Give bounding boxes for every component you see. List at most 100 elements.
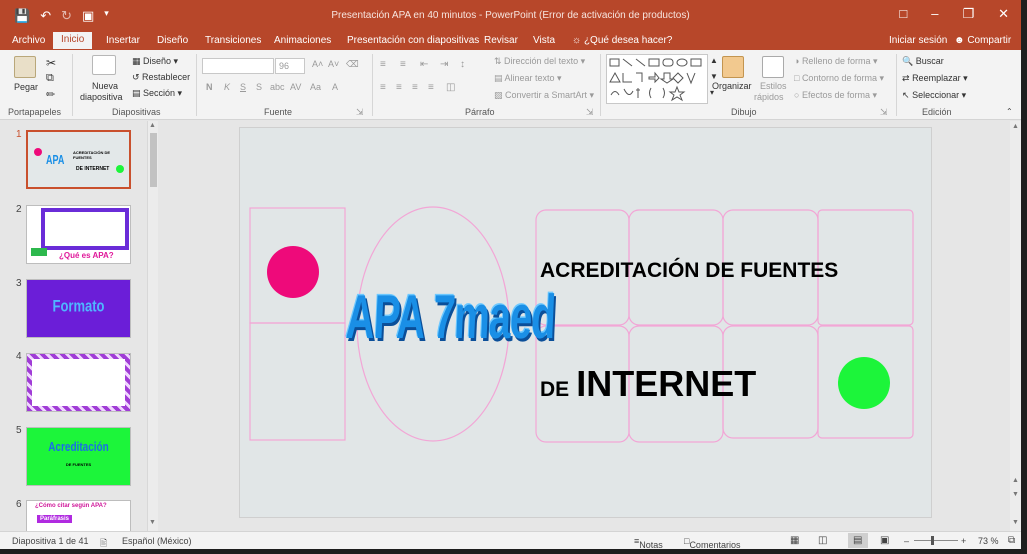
paragraph-dialog-launcher-icon[interactable]: ⇲ [586, 107, 594, 118]
zoom-level[interactable]: 73 % [978, 536, 999, 546]
new-slide-icon[interactable] [92, 55, 116, 75]
maximize-icon[interactable]: ❐ [962, 6, 974, 22]
decrease-indent-icon[interactable]: ⇤ [420, 59, 428, 70]
shape-fill-button[interactable]: ◑ Relleno de forma ▾ [794, 56, 878, 67]
scroll-up-icon[interactable]: ▲ [149, 122, 156, 129]
tab-revisar[interactable]: Revisar [484, 34, 518, 47]
text-direction-button[interactable]: ⇅ Dirección del texto ▾ [494, 56, 585, 67]
tab-vista[interactable]: Vista [533, 34, 555, 47]
columns-icon[interactable]: ◫ [446, 82, 455, 93]
previous-slide-icon[interactable]: ▲ [1012, 477, 1019, 484]
underline-button[interactable]: S [240, 82, 246, 92]
sign-in-link[interactable]: Iniciar sesión [889, 35, 947, 46]
italic-button[interactable]: K [224, 82, 230, 92]
thumbnail-slide-1[interactable]: APA ACREDITACIÓN DE FUENTES DE INTERNET [26, 130, 131, 189]
align-center-icon[interactable]: ≡ [396, 82, 402, 93]
quick-styles-label-2[interactable]: rápidos [754, 92, 784, 102]
shape-outline-button[interactable]: □ Contorno de forma ▾ [794, 73, 884, 84]
shrink-font-icon[interactable]: A˅ [328, 59, 339, 69]
wordart-title[interactable]: APA 7maed [344, 284, 556, 354]
share-button[interactable]: ☻ Compartir [954, 35, 1011, 46]
scrollbar-thumb[interactable] [150, 133, 157, 187]
editor-scroll-up-icon[interactable]: ▲ [1012, 123, 1019, 130]
grow-font-icon[interactable]: A˄ [312, 59, 323, 69]
language-indicator[interactable]: Español (México) [122, 536, 192, 546]
ribbon-display-icon[interactable]: □ [899, 6, 907, 22]
line-spacing-icon[interactable]: ↕ [460, 59, 465, 70]
collapse-ribbon-icon[interactable]: ⌃ [1006, 107, 1013, 116]
tab-transiciones[interactable]: Transiciones [205, 34, 261, 47]
section-button[interactable]: ▤ Sección ▾ [132, 88, 182, 99]
scroll-down-icon[interactable]: ▼ [149, 519, 156, 526]
font-name-input[interactable] [202, 58, 274, 74]
char-spacing-button[interactable]: AV [290, 82, 301, 92]
tab-presentacion[interactable]: Presentación con diapositivas [347, 34, 479, 47]
align-text-button[interactable]: ▤ Alinear texto ▾ [494, 73, 562, 84]
thumbnails-scrollbar[interactable]: ▲ ▼ [147, 121, 158, 531]
tab-insertar[interactable]: Insertar [106, 34, 140, 47]
font-dialog-launcher-icon[interactable]: ⇲ [356, 107, 364, 118]
justify-icon[interactable]: ≡ [428, 82, 434, 93]
comments-button[interactable]: □ Comentarios [684, 536, 740, 549]
current-slide[interactable]: APA 7maed ACREDITACIÓN DE FUENTES DE INT… [239, 127, 932, 518]
quick-styles-label-1[interactable]: Estilos [760, 81, 787, 91]
thumbnail-slide-2[interactable]: ¿Qué es APA? [26, 205, 131, 264]
gallery-scroll-down-icon[interactable]: ▼ [710, 72, 718, 81]
thumbnail-slide-4[interactable] [26, 353, 131, 412]
tab-animaciones[interactable]: Animaciones [274, 34, 331, 47]
zoom-out-icon[interactable]: – [904, 536, 909, 546]
normal-view-icon[interactable]: ▦ [790, 535, 799, 546]
new-slide-label-1[interactable]: Nueva [92, 81, 118, 91]
numbering-icon[interactable]: ≡ [400, 59, 406, 70]
bold-button[interactable]: N [206, 82, 213, 92]
increase-indent-icon[interactable]: ⇥ [440, 59, 448, 70]
replace-button[interactable]: ⇄ Reemplazar ▾ [902, 73, 968, 84]
shapes-gallery[interactable] [606, 54, 708, 104]
thumbnail-slide-3[interactable]: Formato [26, 279, 131, 338]
zoom-slider-track[interactable] [914, 540, 958, 541]
text-shadow-button[interactable]: abc [270, 82, 285, 92]
quick-styles-icon[interactable] [762, 56, 784, 78]
font-color-icon[interactable]: A [332, 82, 338, 92]
copy-icon[interactable]: ⧉ [46, 72, 54, 85]
editor-scroll-down-icon[interactable]: ▼ [1012, 519, 1019, 526]
change-case-button[interactable]: Aa [310, 82, 321, 92]
thumbnail-slide-5[interactable]: Acreditación DE FUENTES [26, 427, 131, 486]
slideshow-view-icon[interactable]: ▣ [880, 535, 889, 546]
arrange-button[interactable]: Organizar [712, 81, 752, 91]
find-button[interactable]: 🔍 Buscar [902, 56, 944, 67]
reset-button[interactable]: ↺ Restablecer [132, 72, 190, 83]
new-slide-label-2[interactable]: diapositiva [80, 92, 123, 102]
slide-sorter-icon[interactable]: ◫ [818, 535, 827, 546]
notes-button[interactable]: ≡ Notas [634, 536, 663, 549]
tab-inicio[interactable]: Inicio [53, 32, 93, 49]
strikethrough-button[interactable]: S [256, 82, 262, 92]
layout-button[interactable]: ▦ Diseño ▾ [132, 56, 178, 67]
select-button[interactable]: ↖ Seleccionar ▾ [902, 90, 966, 101]
tab-archivo[interactable]: Archivo [12, 34, 45, 47]
thumbnail-slide-6[interactable]: ¿Cómo citar según APA? Paráfrasis [26, 500, 131, 531]
slide-title-line2[interactable]: DE INTERNET [540, 363, 756, 405]
fit-slide-icon[interactable]: ⧉ [1008, 535, 1015, 546]
font-size-input[interactable]: 96 [275, 58, 305, 74]
paste-icon[interactable] [14, 56, 36, 78]
editor-scrollbar[interactable]: ▲ ▲ ▼ ▼ [1010, 121, 1021, 531]
paste-button[interactable]: Pegar [14, 82, 38, 92]
tab-diseno[interactable]: Diseño [157, 34, 188, 47]
minimize-icon[interactable]: – [931, 6, 938, 22]
gallery-scroll-up-icon[interactable]: ▲ [710, 56, 718, 65]
align-right-icon[interactable]: ≡ [412, 82, 418, 93]
slide-title-line1[interactable]: ACREDITACIÓN DE FUENTES [540, 259, 838, 283]
clear-format-icon[interactable]: ⌫ [346, 59, 359, 70]
next-slide-icon[interactable]: ▼ [1012, 491, 1019, 498]
bullets-icon[interactable]: ≡ [380, 59, 386, 70]
align-left-icon[interactable]: ≡ [380, 82, 386, 93]
drawing-dialog-launcher-icon[interactable]: ⇲ [880, 107, 888, 118]
zoom-slider-thumb[interactable] [931, 536, 934, 545]
format-painter-icon[interactable]: ✏ [46, 88, 55, 101]
tell-me-box[interactable]: ☼ ¿Qué desea hacer? [572, 35, 672, 46]
smartart-button[interactable]: ▨ Convertir a SmartArt ▾ [494, 90, 594, 101]
close-icon[interactable]: ✕ [998, 6, 1009, 22]
shape-effects-button[interactable]: ○ Efectos de forma ▾ [794, 90, 877, 101]
spellcheck-icon[interactable]: 🖹 [100, 536, 107, 549]
